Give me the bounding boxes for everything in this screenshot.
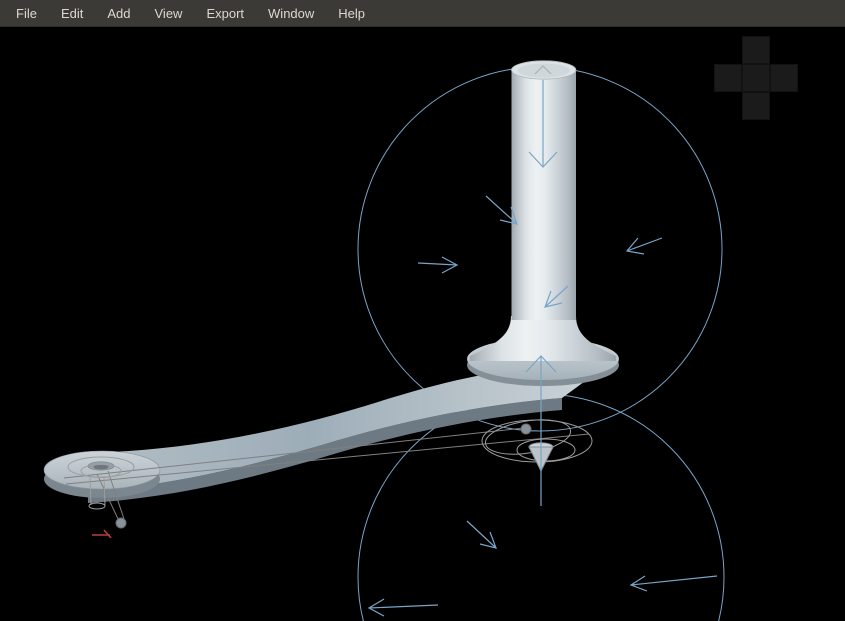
cylinder-top-cap-inner [517, 63, 570, 78]
viewport-3d[interactable] [0, 0, 845, 621]
gizmo-center-cell[interactable] [742, 64, 770, 92]
gizmo-up-cell[interactable] [742, 36, 770, 64]
cylinder-flare [470, 316, 616, 361]
force-arrow-downright [466, 520, 497, 549]
menu-view[interactable]: View [143, 1, 195, 26]
force-arrow-right [417, 256, 459, 274]
joint-sphere[interactable] [520, 423, 532, 435]
menu-export[interactable]: Export [194, 1, 256, 26]
axis-marker-line [92, 529, 112, 539]
cylinder-body[interactable] [511, 70, 577, 320]
menu-file[interactable]: File [4, 1, 49, 26]
stem-bottom-cap [88, 502, 106, 510]
left-boss-hole [93, 464, 109, 470]
menu-window[interactable]: Window [256, 1, 326, 26]
menu-bar: File Edit Add View Export Window Help [0, 0, 845, 27]
menu-help[interactable]: Help [326, 1, 377, 26]
force-arrow-left [625, 237, 663, 255]
menu-add[interactable]: Add [95, 1, 142, 26]
force-arrow-left-lower [367, 598, 439, 617]
joint-sphere[interactable] [115, 517, 127, 529]
gizmo-right-cell[interactable] [770, 64, 798, 92]
menu-edit[interactable]: Edit [49, 1, 95, 26]
gizmo-left-cell[interactable] [714, 64, 742, 92]
force-arrow-left-bottom [629, 575, 718, 592]
axis-navigation-gizmo[interactable] [714, 36, 798, 120]
origin-axis-marker [92, 529, 112, 539]
gizmo-down-cell[interactable] [742, 92, 770, 120]
